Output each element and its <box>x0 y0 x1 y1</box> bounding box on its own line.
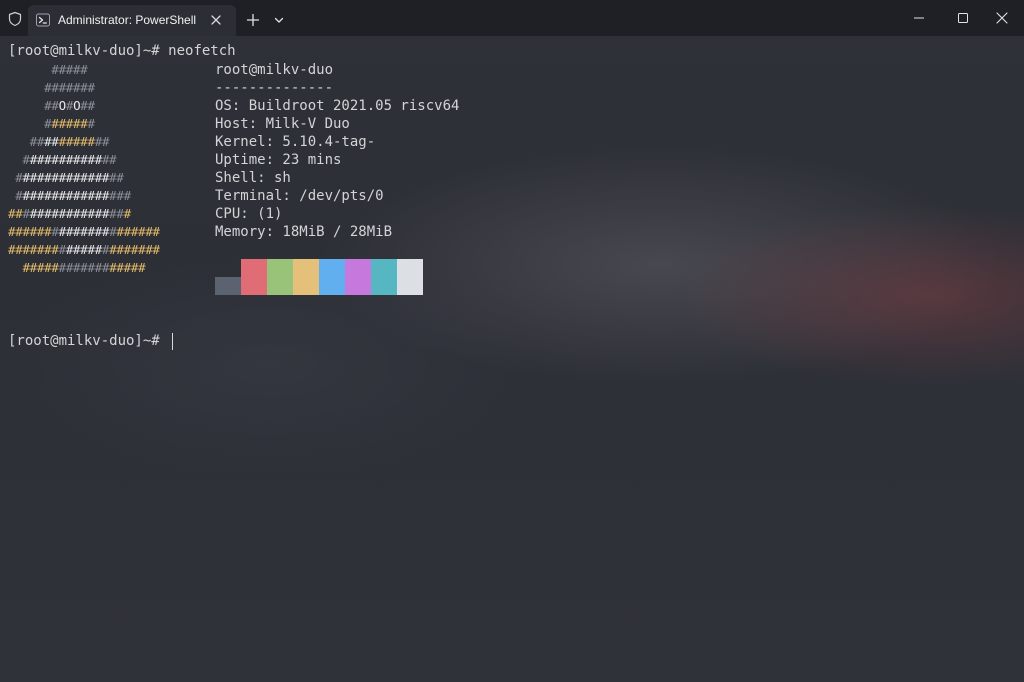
tab-title: Administrator: PowerShell <box>58 13 197 27</box>
logo-segment: # <box>123 206 132 221</box>
logo-segment: ############ <box>22 188 110 203</box>
logo-line: ####### <box>8 79 95 97</box>
palette-swatch <box>345 259 371 295</box>
logo-segment: ## <box>8 134 45 149</box>
info-separator: -------------- <box>215 80 334 96</box>
info-host: Host: Milk-V Duo <box>215 116 350 132</box>
palette-swatch <box>215 277 241 295</box>
logo-segment: ####### <box>58 224 110 239</box>
palette-swatch <box>319 259 345 295</box>
command-line: [root@milkv-duo]~# neofetch <box>8 42 236 60</box>
logo-line: ##################### <box>8 241 160 259</box>
logo-segment: # <box>87 116 96 131</box>
logo-line: ################# <box>8 205 131 223</box>
logo-segment: ###### <box>116 224 160 239</box>
palette-swatch <box>371 259 397 295</box>
logo-segment: ## <box>8 98 59 113</box>
logo-segment: # <box>8 152 30 167</box>
logo-segment: # <box>58 242 67 257</box>
logo-segment: ## <box>109 170 124 185</box>
logo-segment: ##### <box>109 260 146 275</box>
minimize-button[interactable] <box>896 0 942 36</box>
close-icon[interactable] <box>209 13 223 27</box>
logo-segment: ####### <box>8 242 59 257</box>
logo-segment: ## <box>80 98 95 113</box>
palette-swatch <box>267 259 293 295</box>
info-kernel: Kernel: 5.10.4-tag- <box>215 134 376 150</box>
logo-segment: ##### <box>8 260 59 275</box>
logo-line: ####### <box>8 115 95 133</box>
info-user-host: root@milkv-duo <box>215 62 334 78</box>
info-terminal: Terminal: /dev/pts/0 <box>215 188 384 204</box>
logo-segment: ##### <box>58 134 95 149</box>
logo-line: ############### <box>8 169 124 187</box>
logo-line: ################# <box>8 259 145 277</box>
logo-segment: # <box>8 116 52 131</box>
logo-segment: ########### <box>29 206 110 221</box>
powershell-icon <box>36 13 50 27</box>
logo-segment: ###### <box>8 224 52 239</box>
logo-line: ##O#O## <box>8 97 95 115</box>
info-cpu: CPU: (1) <box>215 206 283 222</box>
logo-segment: ##### <box>8 62 88 77</box>
logo-segment: # <box>65 98 74 113</box>
logo-segment: # <box>22 206 30 221</box>
logo-line: ##################### <box>8 223 160 241</box>
logo-segment: ##### <box>65 242 102 257</box>
logo-segment: ## <box>94 134 110 149</box>
logo-segment: # <box>51 224 59 239</box>
logo-segment: ####### <box>109 242 160 257</box>
logo-segment: ## <box>8 206 23 221</box>
tab-administrator-powershell[interactable]: Administrator: PowerShell <box>28 5 236 36</box>
new-tab-button[interactable] <box>242 9 264 31</box>
logo-line: ############# <box>8 151 116 169</box>
command: neofetch <box>168 43 236 59</box>
tab-dropdown-button[interactable] <box>268 9 290 31</box>
info-shell: Shell: sh <box>215 170 291 186</box>
logo-segment: # <box>8 170 23 185</box>
close-window-button[interactable] <box>978 0 1024 36</box>
prompt: [root@milkv-duo]~# <box>8 333 160 349</box>
logo-segment: ############ <box>22 170 110 185</box>
prompt: [root@milkv-duo]~# <box>8 43 160 59</box>
logo-segment: O <box>58 98 67 113</box>
logo-segment: ## <box>101 152 117 167</box>
logo-segment: ### <box>109 188 131 203</box>
logo-line: ################ <box>8 187 131 205</box>
logo-segment: ## <box>44 134 59 149</box>
logo-line: ##### <box>8 61 87 79</box>
palette-swatch <box>397 259 423 295</box>
logo-segment: ########## <box>29 152 103 167</box>
logo-segment: ####### <box>58 260 110 275</box>
text-cursor <box>172 333 173 350</box>
logo-segment: ## <box>109 206 124 221</box>
info-uptime: Uptime: 23 mins <box>215 152 342 168</box>
logo-segment: ####### <box>8 80 95 95</box>
shield-icon <box>7 11 23 27</box>
logo-line: ########### <box>8 133 110 151</box>
info-memory: Memory: 18MiB / 28MiB <box>215 224 393 240</box>
palette-swatch <box>241 259 267 295</box>
palette-swatch <box>293 259 319 295</box>
logo-segment: # <box>8 188 23 203</box>
logo-segment: ##### <box>51 116 88 131</box>
title-bar: Administrator: PowerShell <box>0 0 1024 36</box>
prompt-line: [root@milkv-duo]~# <box>8 332 160 350</box>
terminal-window: Administrator: PowerShell [root@milkv-du… <box>0 0 1024 682</box>
info-os: OS: Buildroot 2021.05 riscv64 <box>215 98 460 114</box>
